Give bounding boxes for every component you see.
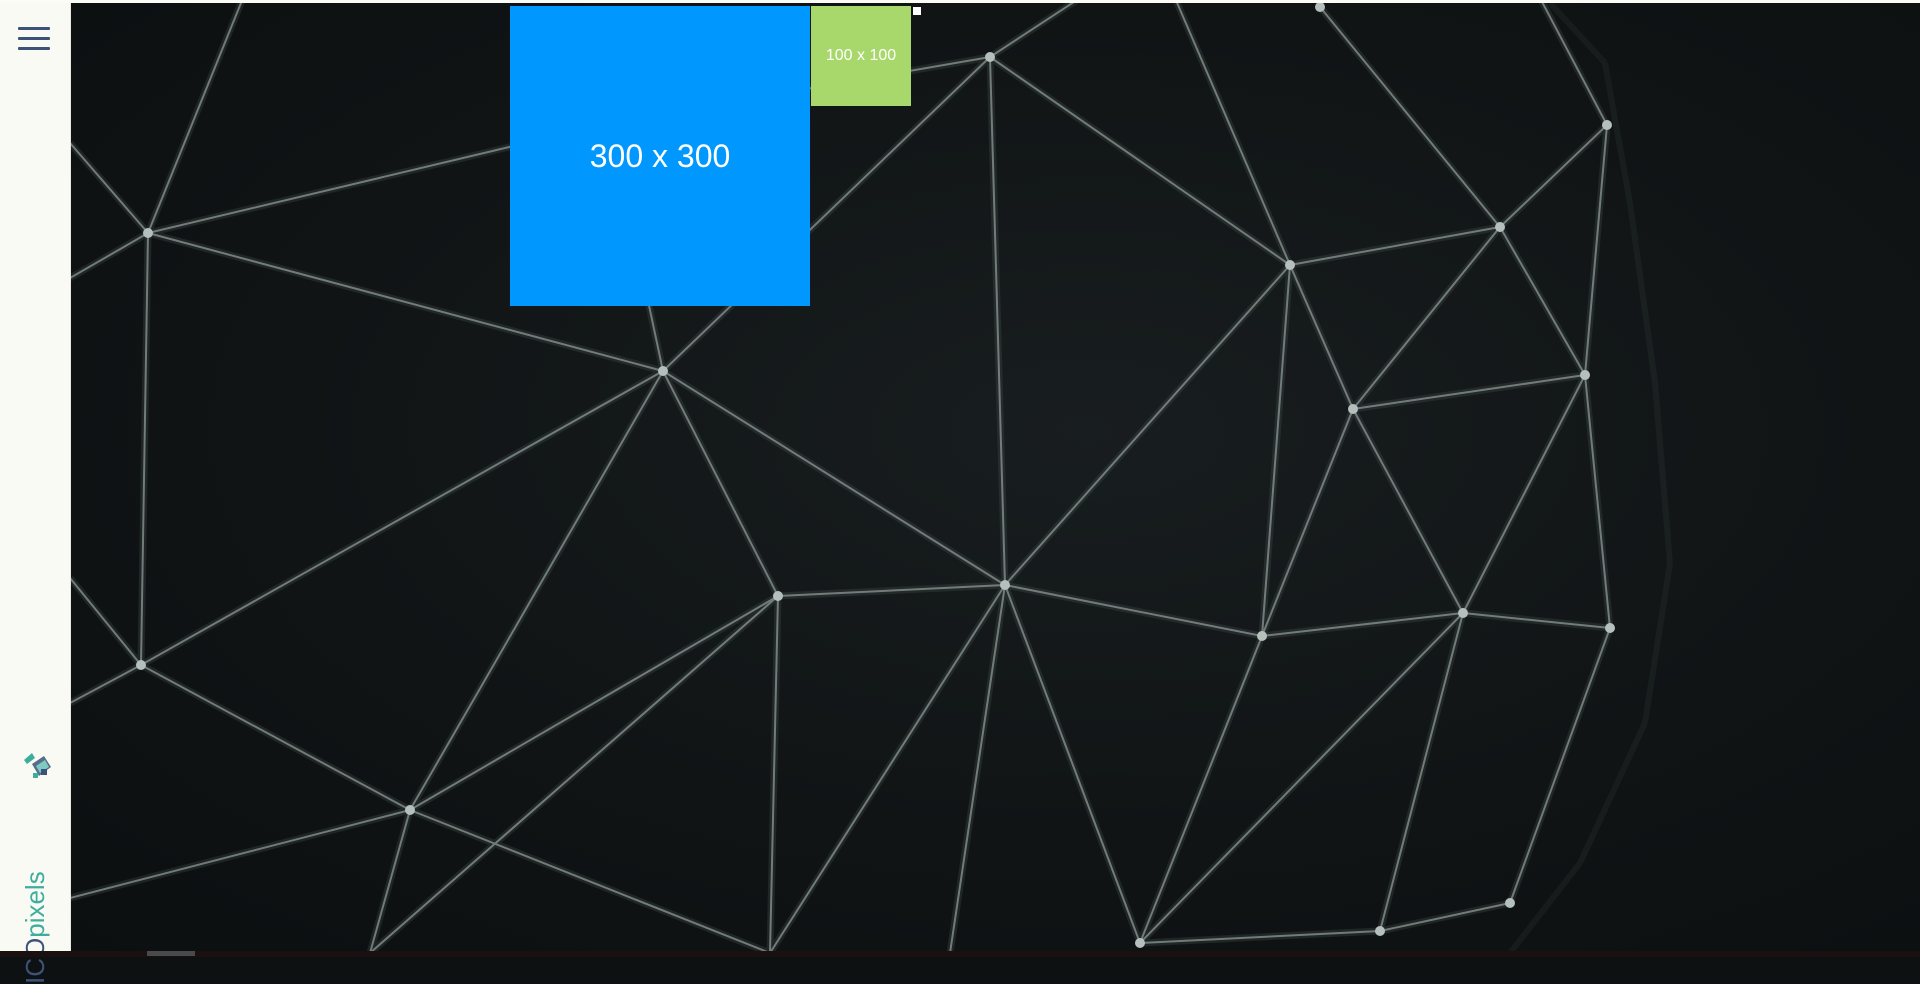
ad-banner-label: 300 x 300	[589, 137, 731, 174]
logo-text: ICOpixels	[18, 814, 52, 984]
logo-text-primary: ICO	[20, 937, 50, 984]
horizontal-scrollbar	[0, 951, 1920, 957]
logo-text-accent: pixels	[20, 871, 50, 938]
hamburger-menu-icon[interactable]	[18, 27, 50, 51]
scrollbar-thumb[interactable]	[147, 951, 195, 956]
ad-banner-100x100[interactable]: 100 x 100	[811, 6, 911, 106]
background-stage: 300 x 300 100 x 100	[70, 3, 1920, 953]
sidebar: ICOpixels	[0, 0, 71, 984]
ad-banner-label: 100 x 100	[825, 47, 897, 64]
ad-banner-300x300[interactable]: 300 x 300	[510, 6, 810, 306]
icopixels-logo[interactable]: ICOpixels	[14, 750, 56, 984]
top-border	[0, 0, 1920, 3]
close-icon[interactable]	[913, 7, 921, 15]
icopixels-logo-mark-icon	[24, 753, 51, 778]
polygon-mesh-background	[70, 3, 1673, 953]
